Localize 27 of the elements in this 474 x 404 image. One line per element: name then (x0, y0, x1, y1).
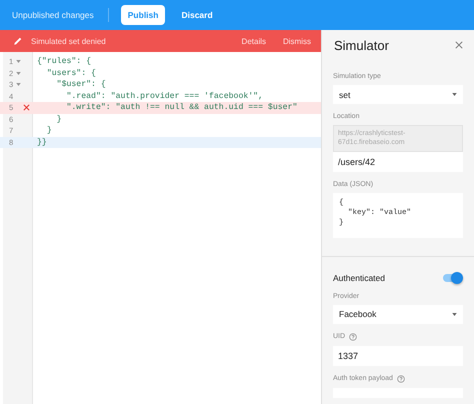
code-line: } (46, 126, 52, 136)
help-icon[interactable] (349, 332, 358, 341)
alert-message: Simulated set denied (31, 36, 106, 46)
dropdown[interactable]: set (333, 85, 463, 104)
code-line: } (56, 114, 62, 124)
status-text: Unpublished changes (12, 10, 94, 20)
code-line: }} (36, 138, 47, 147)
panel-title: Simulator (334, 38, 389, 52)
fold-caret-icon[interactable] (16, 83, 22, 86)
caret-icon (452, 93, 457, 96)
toggle-label: Authenticated (333, 272, 385, 283)
location-field[interactable]: /users/42 (333, 152, 463, 172)
code-line: {"rules": { (36, 57, 92, 66)
pencil-icon (13, 36, 23, 46)
close-icon[interactable] (455, 41, 463, 49)
caret-icon (452, 312, 457, 316)
uid-field[interactable]: 1337 (333, 346, 463, 366)
toggle-switch[interactable] (443, 274, 460, 282)
code-line: ".write": "auth !== null && auth.uid === $user" (65, 103, 298, 112)
help-icon[interactable] (396, 374, 405, 383)
code-line: "users": { (46, 68, 96, 78)
error-icon (23, 104, 30, 112)
code-line: ".read": "auth.provider === 'facebook'", (65, 92, 264, 101)
code-line: "$user": { (56, 80, 106, 90)
fold-caret-icon[interactable] (16, 60, 22, 64)
fold-caret-icon[interactable] (16, 72, 22, 75)
dropdown[interactable]: Facebook (333, 304, 463, 324)
